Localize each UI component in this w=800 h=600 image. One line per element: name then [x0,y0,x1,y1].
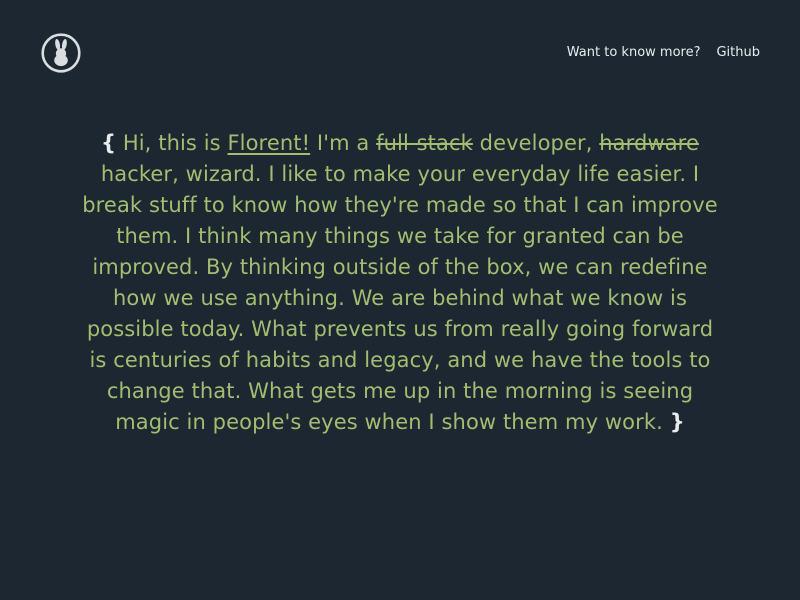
open-brace: { [101,131,117,155]
greeting-text: Hi, this is [122,131,221,155]
name-link[interactable]: Florent! [228,131,311,155]
struck-full-stack: full-stack [376,131,473,155]
want-to-know-more-link[interactable]: Want to know more? [567,45,701,61]
home-logo-link[interactable] [41,33,81,73]
rabbit-icon [41,33,81,73]
bio-body-text: hacker, wizard. I like to make your ever… [82,162,718,434]
im-a-text: I'm a [316,131,370,155]
close-brace: } [669,410,685,434]
bio-paragraph: { Hi, this is Florent! I'm a full-stack … [80,128,720,438]
top-nav: Want to know more? Github [567,45,760,61]
struck-hardware: hardware [599,131,699,155]
developer-text: developer, [479,131,593,155]
github-link[interactable]: Github [716,45,760,61]
